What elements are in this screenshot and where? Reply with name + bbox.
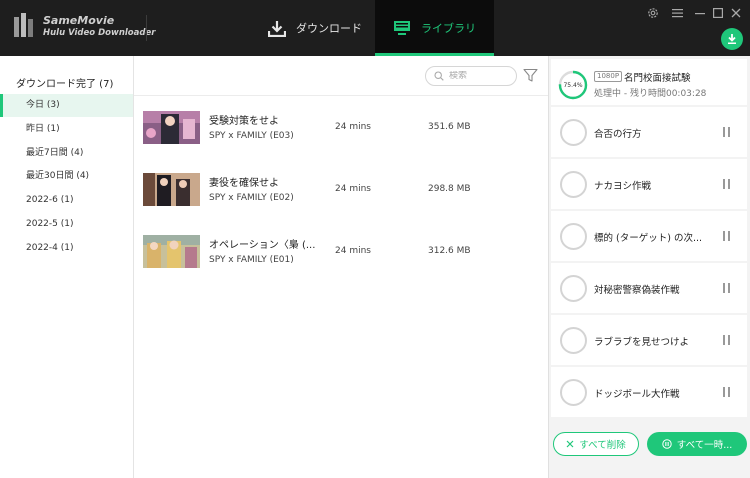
- video-title: 受験対策をせよ: [209, 116, 279, 127]
- pause-icon[interactable]: [723, 127, 731, 137]
- pause-circle-icon: [662, 439, 672, 449]
- tab-library[interactable]: ライブラリ: [375, 0, 494, 56]
- queue-item[interactable]: 標的 (ターゲット) の次...: [551, 211, 747, 261]
- video-row[interactable]: 妻役を確保せよ SPY x FAMILY (E02) 24 mins 298.8…: [134, 158, 548, 220]
- sidebar-item-last-30-days[interactable]: 最近30日間 (4): [0, 165, 133, 188]
- pause-icon[interactable]: [723, 179, 731, 189]
- video-duration: 24 mins: [335, 184, 371, 194]
- arrow-down-icon: [728, 34, 736, 44]
- sidebar-title: ダウンロード完了 (7): [16, 79, 114, 90]
- download-queue: 75.4% 1080P 名門校面接試験 処理中 - 残り時間00:03:28 合…: [548, 56, 750, 478]
- video-library: 受験対策をせよ SPY x FAMILY (E03) 24 mins 351.6…: [134, 56, 548, 478]
- close-icon[interactable]: [729, 6, 743, 20]
- pause-all-button[interactable]: すべて一時...: [647, 432, 747, 456]
- search-icon: [434, 71, 444, 81]
- queue-item-title: 対秘密警察偽装作戦: [594, 285, 680, 296]
- queue-item[interactable]: 対秘密警察偽装作戦: [551, 263, 747, 313]
- quality-badge: 1080P: [594, 71, 623, 82]
- samemovie-logo-icon: [14, 13, 33, 37]
- queue-pending-circle: [560, 275, 587, 302]
- video-size: 351.6 MB: [428, 122, 471, 132]
- video-duration: 24 mins: [335, 246, 371, 256]
- queue-item-active[interactable]: 75.4% 1080P 名門校面接試験 処理中 - 残り時間00:03:28: [551, 59, 747, 105]
- monitor-icon: [394, 21, 410, 35]
- library-toolbar: [134, 56, 548, 96]
- close-x-icon: [566, 440, 574, 448]
- sidebar-item-last-7-days[interactable]: 最近7日間 (4): [0, 142, 133, 165]
- video-row[interactable]: 受験対策をせよ SPY x FAMILY (E03) 24 mins 351.6…: [134, 96, 548, 158]
- video-subtitle: SPY x FAMILY (E01): [209, 255, 294, 265]
- title-bar: SameMovie Hulu Video Downloader ダウンロード ラ…: [0, 0, 750, 56]
- video-size: 312.6 MB: [428, 246, 471, 256]
- video-duration: 24 mins: [335, 122, 371, 132]
- tab-library-label: ライブラリ: [421, 22, 476, 35]
- brand-divider: [146, 15, 147, 41]
- queue-item-status: 処理中 - 残り時間00:03:28: [594, 89, 707, 99]
- queue-item-title: ナカヨシ作戦: [594, 181, 652, 192]
- queue-pending-circle: [560, 119, 587, 146]
- pause-icon[interactable]: [723, 335, 731, 345]
- delete-all-button[interactable]: すべて削除: [553, 432, 639, 456]
- queue-item[interactable]: ラブラブを見せつけよ: [551, 315, 747, 365]
- app-brand: SameMovie Hulu Video Downloader: [43, 14, 155, 39]
- download-icon: [268, 20, 286, 37]
- brand-name: SameMovie: [43, 14, 115, 27]
- queue-item-title: 標的 (ターゲット) の次...: [594, 233, 703, 244]
- brand-subtitle: Hulu Video Downloader: [43, 28, 156, 38]
- sidebar: ダウンロード完了 (7) 今日 (3) 昨日 (1) 最近7日間 (4) 最近3…: [0, 56, 134, 478]
- delete-all-label: すべて削除: [579, 440, 626, 451]
- video-title: オペレーション〈梟 (...: [209, 240, 316, 251]
- queue-item[interactable]: 合否の行方: [551, 107, 747, 157]
- queue-pending-circle: [560, 223, 587, 250]
- video-thumbnail: [143, 111, 200, 144]
- video-thumbnail: [143, 173, 200, 206]
- video-row[interactable]: オペレーション〈梟 (... SPY x FAMILY (E01) 24 min…: [134, 220, 548, 282]
- queue-pending-circle: [560, 379, 587, 406]
- pause-icon[interactable]: [723, 387, 731, 397]
- queue-item-title: ドッジボール大作戦: [594, 389, 680, 400]
- queue-item-title: 合否の行方: [594, 129, 642, 140]
- queue-item[interactable]: ナカヨシ作戦: [551, 159, 747, 209]
- maximize-icon[interactable]: [711, 6, 725, 20]
- sidebar-item-2022-5[interactable]: 2022-5 (1): [0, 213, 133, 236]
- menu-icon[interactable]: [670, 6, 684, 20]
- video-subtitle: SPY x FAMILY (E02): [209, 193, 294, 203]
- video-subtitle: SPY x FAMILY (E03): [209, 131, 294, 141]
- pause-icon[interactable]: [723, 231, 731, 241]
- queue-item-title: 名門校面接試験: [624, 73, 691, 84]
- progress-percent: 75.4%: [563, 82, 582, 89]
- queue-item-title: ラブラブを見せつけよ: [594, 337, 690, 348]
- settings-icon[interactable]: [646, 6, 660, 20]
- download-status-button[interactable]: [721, 28, 743, 50]
- video-thumbnail: [143, 235, 200, 268]
- tab-download[interactable]: ダウンロード: [255, 0, 375, 56]
- search-box[interactable]: [425, 66, 517, 86]
- sidebar-item-today[interactable]: 今日 (3): [0, 94, 133, 117]
- video-size: 298.8 MB: [428, 184, 471, 194]
- video-title: 妻役を確保せよ: [209, 178, 279, 189]
- tab-download-label: ダウンロード: [296, 22, 362, 35]
- queue-pending-circle: [560, 327, 587, 354]
- queue-pending-circle: [560, 171, 587, 198]
- sidebar-item-2022-6[interactable]: 2022-6 (1): [0, 189, 133, 212]
- pause-all-label: すべて一時...: [676, 440, 733, 451]
- pause-icon[interactable]: [723, 283, 731, 293]
- sidebar-item-2022-4[interactable]: 2022-4 (1): [0, 237, 133, 260]
- filter-icon[interactable]: [523, 68, 538, 83]
- progress-ring: 75.4%: [558, 70, 588, 100]
- sidebar-item-yesterday[interactable]: 昨日 (1): [0, 118, 133, 141]
- minimize-icon[interactable]: [693, 6, 707, 20]
- queue-item[interactable]: ドッジボール大作戦: [551, 367, 747, 417]
- search-input[interactable]: [449, 71, 509, 81]
